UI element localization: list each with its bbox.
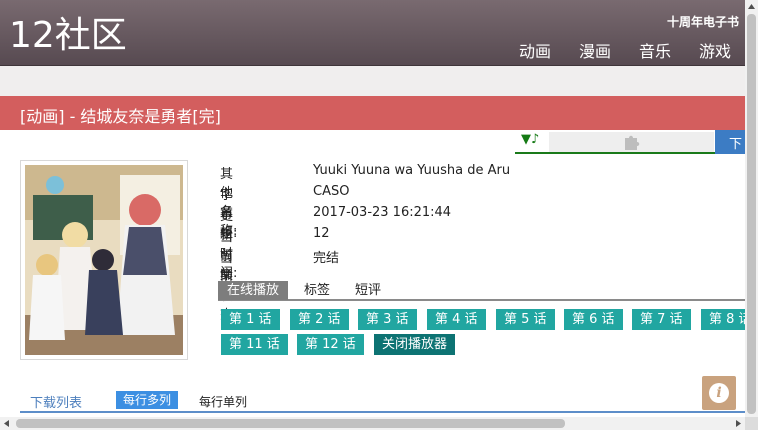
download-button[interactable]: 下 <box>715 130 745 154</box>
tab-single-column[interactable]: 每行单列 <box>199 393 247 410</box>
content-tabs: 在线播放 标签 短评 <box>218 281 745 301</box>
horizontal-scrollbar[interactable] <box>0 417 745 430</box>
info-value: 完结 <box>313 251 340 266</box>
info-value: 12 <box>313 226 330 241</box>
episode-button[interactable]: 第 3 话 <box>358 309 417 330</box>
info-icon: i <box>709 383 729 403</box>
header-spacer <box>0 66 745 96</box>
episode-button[interactable]: 第 5 话 <box>496 309 555 330</box>
episode-button[interactable]: 第 11 话 <box>221 334 288 355</box>
page-title: [动画] - 结城友奈是勇者[完] <box>20 107 221 126</box>
episode-button[interactable]: 第 4 话 <box>427 309 486 330</box>
horizontal-scroll-thumb[interactable] <box>16 419 565 428</box>
music-note-icon[interactable]: ▼♪ <box>521 132 539 147</box>
episode-button[interactable]: 第 7 话 <box>632 309 691 330</box>
nav-item-anime[interactable]: 动画 <box>519 38 551 62</box>
tab-multi-column[interactable]: 每行多列 <box>116 391 179 409</box>
info-button[interactable]: i <box>702 376 736 410</box>
site-logo[interactable]: 12社区 <box>9 14 127 58</box>
page-title-bar: [动画] - 结城友奈是勇者[完] <box>0 96 745 130</box>
site-header: 12社区 十周年电子书 动画 漫画 音乐 游戏 <box>0 0 745 66</box>
cover-image <box>20 160 188 360</box>
info-value: 2017-03-23 16:21:44 <box>313 205 452 220</box>
episode-button[interactable]: 第 8 话 <box>701 309 745 330</box>
tab-download-list[interactable]: 下载列表 <box>30 392 82 411</box>
puzzle-piece-icon <box>624 135 639 150</box>
episode-button[interactable]: 第 6 话 <box>564 309 623 330</box>
info-value: CASO <box>313 184 350 199</box>
scrollbar-corner <box>745 417 758 430</box>
vertical-scroll-thumb[interactable] <box>747 14 756 414</box>
nav-item-music[interactable]: 音乐 <box>639 38 671 62</box>
tab-tags[interactable]: 标签 <box>304 281 330 300</box>
info-value: Yuuki Yuuna wa Yuusha de Aru <box>313 163 511 178</box>
episode-button[interactable]: 第 2 话 <box>290 309 349 330</box>
nav-item-games[interactable]: 游戏 <box>699 38 731 62</box>
scroll-left-arrow-icon[interactable] <box>3 419 10 428</box>
download-list-tabs: 下载列表 每行多列 每行单列 <box>20 390 745 413</box>
tab-short-reviews[interactable]: 短评 <box>355 281 381 300</box>
tab-online-play[interactable]: 在线播放 <box>218 281 289 300</box>
vertical-scrollbar[interactable] <box>745 0 758 430</box>
ebook-link[interactable]: 十周年电子书 <box>667 13 739 30</box>
scroll-up-arrow-icon[interactable] <box>747 3 756 10</box>
scroll-right-arrow-icon[interactable] <box>735 419 742 428</box>
plugin-placeholder <box>549 132 714 152</box>
nav-item-manga[interactable]: 漫画 <box>579 38 611 62</box>
episode-button[interactable]: 第 12 话 <box>297 334 364 355</box>
close-player-button[interactable]: 关闭播放器 <box>374 334 456 355</box>
music-player: ▼♪ <box>515 130 715 154</box>
episode-button[interactable]: 第 1 话 <box>221 309 280 330</box>
main-nav: 动画 漫画 音乐 游戏 <box>519 38 731 62</box>
